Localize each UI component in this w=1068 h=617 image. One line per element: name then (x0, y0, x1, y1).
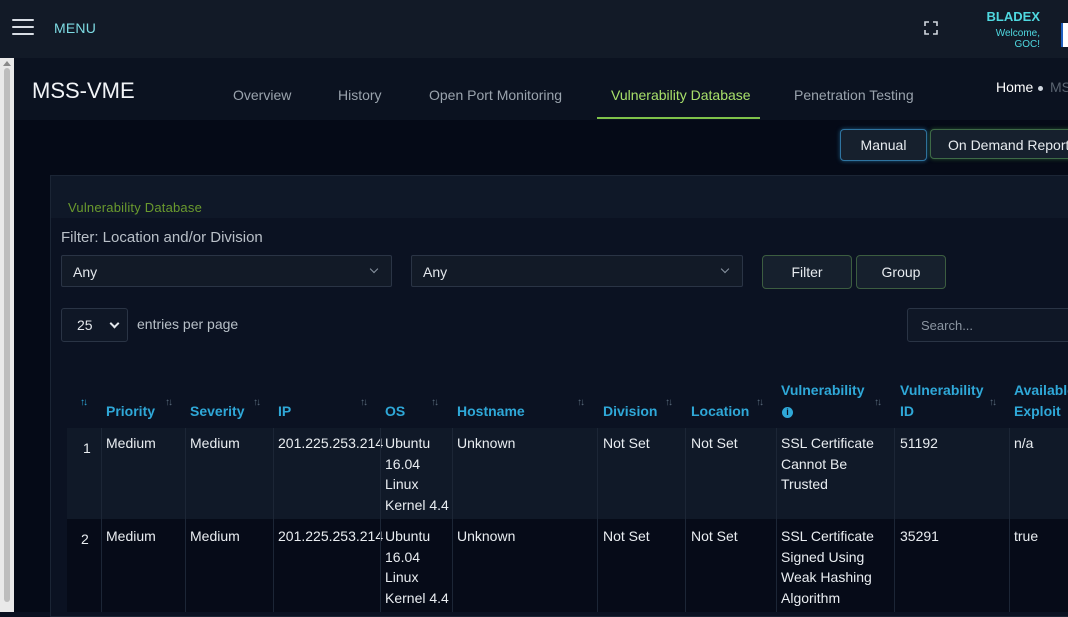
filter-button[interactable]: Filter (762, 255, 852, 289)
brand-logo (1061, 23, 1068, 47)
cell-vulnerability: SSL Certificate Signed Using Weak Hashin… (781, 528, 874, 606)
sort-icon[interactable]: ↑↓ (577, 397, 585, 408)
cell-division: Not Set (603, 435, 650, 451)
brand: BLADEX Welcome, GOC! (968, 9, 1040, 50)
panel-title: Vulnerability Database (68, 200, 202, 215)
sort-icon[interactable]: ↑↓ (665, 397, 673, 408)
col-header-priority[interactable]: Priority (106, 401, 155, 422)
col-header-hostname[interactable]: Hostname (457, 401, 525, 422)
col-header-available-exploit[interactable]: Available Exploit (1014, 380, 1068, 422)
scroll-up-arrow-icon[interactable] (3, 61, 11, 66)
cell-location: Not Set (691, 435, 738, 451)
col-header-vulnerability-id[interactable]: Vulnerability ID (900, 380, 990, 422)
location-select[interactable]: Any (61, 255, 392, 287)
cell-vulnerability-id: 35291 (900, 528, 939, 544)
tab-history[interactable]: History (338, 87, 382, 103)
chevron-down-icon (369, 264, 379, 274)
sort-icon[interactable]: ↑↓ (756, 397, 764, 408)
entries-per-page-select[interactable]: 25 (61, 308, 128, 342)
manual-button[interactable]: Manual (840, 129, 927, 161)
entries-per-page-value: 25 (77, 317, 93, 333)
cell-location: Not Set (691, 528, 738, 544)
page-scrollbar[interactable] (0, 58, 14, 612)
cell-hostname: Unknown (457, 435, 516, 451)
tab-penetration-testing[interactable]: Penetration Testing (794, 87, 914, 103)
sort-icon[interactable]: ↑↓ (80, 397, 88, 408)
breadcrumb-separator (1038, 86, 1043, 91)
col-header-vulnerability-label: Vulnerability (781, 382, 865, 398)
column-divider (1009, 428, 1010, 612)
column-divider (452, 428, 453, 612)
table-row[interactable]: 1 Medium Medium 201.225.253.214 Ubuntu 1… (67, 428, 1068, 519)
sort-icon[interactable]: ↑↓ (989, 397, 997, 408)
location-select-value: Any (73, 264, 98, 280)
column-divider (685, 428, 686, 612)
cell-os: Ubuntu 16.04 Linux Kernel 4.4 (385, 435, 449, 513)
sort-icon[interactable]: ↑↓ (431, 397, 439, 408)
welcome-text: Welcome, GOC! (995, 28, 1040, 50)
column-divider (894, 428, 895, 612)
cell-vulnerability-id: 51192 (900, 435, 938, 451)
breadcrumb-current: MSS-VME (1050, 79, 1068, 95)
division-select[interactable]: Any (411, 255, 743, 287)
cell-priority: Medium (106, 435, 156, 451)
cell-priority: Medium (106, 528, 156, 544)
cell-ip: 201.225.253.214 (278, 528, 384, 544)
column-divider (185, 428, 186, 612)
hamburger-menu-icon[interactable] (12, 19, 34, 35)
fullscreen-icon[interactable] (924, 21, 938, 35)
panel-header (51, 176, 1068, 218)
col-header-severity[interactable]: Severity (190, 401, 244, 422)
page-title: MSS-VME (32, 78, 135, 103)
cell-severity: Medium (190, 435, 240, 451)
entries-per-page-label: entries per page (137, 316, 239, 332)
sort-icon[interactable]: ↑↓ (165, 397, 173, 408)
chevron-down-icon (720, 264, 730, 274)
search-input[interactable] (907, 308, 1068, 342)
column-divider (101, 428, 102, 612)
menu-label[interactable]: MENU (54, 20, 96, 36)
active-tab-indicator (597, 117, 760, 119)
info-icon[interactable]: i (782, 406, 793, 418)
tab-overview[interactable]: Overview (233, 87, 291, 103)
col-header-location[interactable]: Location (691, 401, 749, 422)
cell-exploit: true (1014, 528, 1039, 544)
cell-vulnerability: SSL Certificate Cannot Be Trusted (781, 435, 874, 492)
column-divider (380, 428, 381, 612)
cell-os: Ubuntu 16.04 Linux Kernel 4.4 (385, 528, 449, 606)
table-row[interactable]: 2 Medium Medium 201.225.253.214 Ubuntu 1… (67, 519, 1068, 612)
division-select-value: Any (423, 264, 448, 280)
col-header-ip[interactable]: IP (278, 401, 291, 422)
breadcrumb-home[interactable]: Home (996, 79, 1033, 95)
cell-severity: Medium (190, 528, 240, 544)
column-divider (597, 428, 598, 612)
on-demand-report-button[interactable]: On Demand Report (930, 129, 1068, 159)
col-header-vulnerability[interactable]: Vulnerability i (781, 380, 871, 422)
chevron-down-icon (109, 318, 120, 329)
col-header-division[interactable]: Division (603, 401, 657, 422)
group-button[interactable]: Group (856, 255, 946, 289)
sort-icon[interactable]: ↑↓ (253, 397, 261, 408)
column-divider (776, 428, 777, 612)
cell-ip: 201.225.253.214 (278, 435, 384, 451)
top-bar (0, 0, 1068, 59)
tab-open-port-monitoring[interactable]: Open Port Monitoring (429, 87, 562, 103)
filter-label: Filter: Location and/or Division (61, 229, 263, 246)
tab-vulnerability-database[interactable]: Vulnerability Database (611, 87, 751, 103)
sort-icon[interactable]: ↑↓ (874, 397, 882, 408)
scroll-thumb[interactable] (4, 68, 10, 602)
cell-hostname: Unknown (457, 528, 516, 544)
sort-icon[interactable]: ↑↓ (360, 397, 368, 408)
row-number: 1 (83, 440, 91, 456)
row-number: 2 (81, 531, 89, 547)
cell-division: Not Set (603, 528, 650, 544)
brand-name: BLADEX (986, 9, 1040, 24)
cell-exploit: n/a (1014, 435, 1034, 451)
col-header-os[interactable]: OS (385, 401, 405, 422)
column-divider (273, 428, 274, 612)
